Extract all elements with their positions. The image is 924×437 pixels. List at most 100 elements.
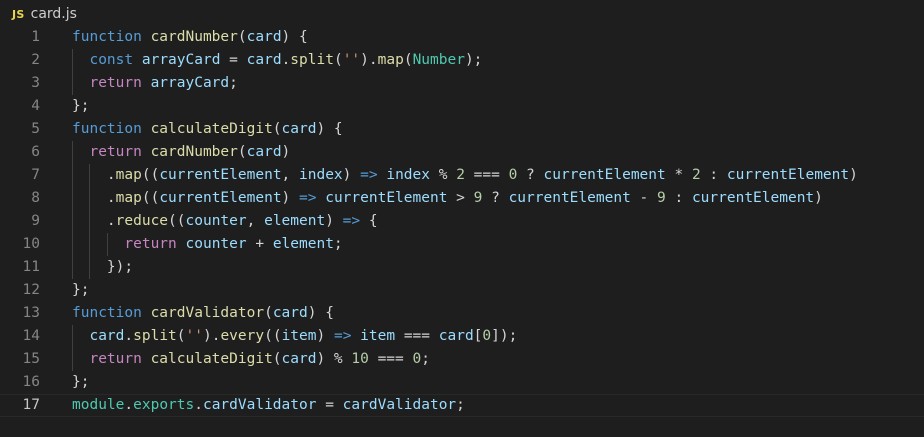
code-line[interactable]: 3 return arrayCard; — [0, 72, 924, 95]
code-line[interactable]: 17 module.exports.cardValidator = cardVal… — [0, 394, 924, 417]
code-token: return — [89, 144, 151, 160]
line-number: 6 — [31, 144, 40, 160]
code-token: every — [220, 328, 265, 344]
code-token: return — [124, 236, 186, 252]
code-token: ) — [316, 328, 334, 344]
code-token: ; — [333, 236, 343, 252]
line-number: 7 — [31, 167, 40, 183]
code-text: const arrayCard = card.split('').map(Num… — [72, 49, 482, 72]
code-token: . — [281, 52, 291, 68]
code-text: }); — [72, 256, 133, 279]
code-token: ) { — [281, 29, 308, 45]
code-token: { — [360, 213, 378, 229]
line-number: 15 — [22, 351, 40, 367]
code-line[interactable]: 16}; — [0, 371, 924, 394]
code-token: cardNumber — [150, 144, 238, 160]
code-text: function calculateDigit(card) { — [72, 118, 343, 141]
code-token: = — [220, 52, 247, 68]
code-line[interactable]: 11 }); — [0, 256, 924, 279]
code-token: (( — [141, 167, 160, 183]
code-token: ; — [421, 351, 430, 367]
code-token: - — [630, 190, 657, 206]
line-number: 4 — [31, 98, 40, 114]
code-token: function — [72, 121, 151, 137]
code-token: ). — [202, 328, 221, 344]
code-text: }; — [72, 95, 89, 118]
code-token: card — [281, 121, 317, 137]
code-token: counter — [185, 236, 247, 252]
code-line[interactable]: 1 function cardNumber(card) { — [0, 26, 924, 49]
code-token: currentElement — [325, 190, 448, 206]
code-token: cardValidator — [150, 305, 265, 321]
code-token: => — [333, 328, 352, 344]
code-text: }; — [72, 371, 89, 394]
code-editor[interactable]: JS card.js 1 function cardNumber(card) {2… — [0, 0, 924, 437]
code-line[interactable]: 12}; — [0, 279, 924, 302]
code-text: }; — [72, 279, 89, 302]
code-line[interactable]: 5 function calculateDigit(card) { — [0, 118, 924, 141]
code-token: map — [115, 167, 142, 183]
code-token: map — [377, 52, 404, 68]
tab-card-js[interactable]: JS card.js — [12, 4, 77, 24]
code-token: ( — [272, 121, 282, 137]
code-token: card — [281, 351, 317, 367]
code-token: ) — [281, 190, 300, 206]
code-token: }; — [72, 282, 90, 298]
code-token: . — [194, 397, 203, 413]
code-token: ) % — [316, 351, 352, 367]
code-line[interactable]: 4}; — [0, 95, 924, 118]
code-token: card — [89, 328, 125, 344]
code-token: function — [72, 29, 151, 45]
code-token: '' — [185, 328, 203, 344]
code-token: === — [395, 328, 439, 344]
code-token: ) { — [307, 305, 334, 321]
code-token: split — [290, 52, 334, 68]
code-token: Number — [412, 52, 465, 68]
code-line[interactable]: 8 .map((currentElement) => currentElemen… — [0, 187, 924, 210]
line-number: 1 — [31, 29, 40, 45]
code-token: }; — [72, 98, 90, 114]
code-token: === — [464, 167, 509, 183]
code-area[interactable]: 1 function cardNumber(card) {2 const arra… — [0, 26, 924, 417]
code-token: currentElement — [691, 190, 815, 206]
code-text: return cardNumber(card) — [72, 141, 290, 164]
code-token: element — [264, 213, 326, 229]
code-token: ; — [229, 75, 238, 91]
code-line[interactable]: 6 return cardNumber(card) — [0, 141, 924, 164]
code-token: card — [246, 29, 282, 45]
code-token: cardNumber — [150, 29, 238, 45]
code-token: = — [316, 397, 343, 413]
code-token: currentElement — [543, 167, 666, 183]
tab-file-name: card.js — [30, 6, 77, 22]
code-token: => — [342, 213, 361, 229]
line-number: 14 — [22, 328, 40, 344]
code-text: .map((currentElement) => currentElement … — [72, 187, 823, 210]
code-token: ]); — [491, 328, 518, 344]
code-token: map — [115, 190, 142, 206]
code-text: return counter + element; — [72, 233, 343, 256]
code-token: const — [89, 52, 142, 68]
code-token: . — [72, 213, 116, 229]
code-line[interactable]: 13 function cardValidator(card) { — [0, 302, 924, 325]
code-line[interactable]: 2 const arrayCard = card.split('').map(N… — [0, 49, 924, 72]
code-token: currentElement — [159, 167, 282, 183]
code-line[interactable]: 14 card.split('').every((item) => item =… — [0, 325, 924, 348]
code-token: ? — [517, 167, 544, 183]
code-text: function cardValidator(card) { — [72, 302, 334, 325]
line-number: 9 — [31, 213, 40, 229]
code-token: cardValidator — [342, 397, 457, 413]
code-token: 0 — [412, 351, 422, 367]
code-token: item — [281, 328, 317, 344]
code-line[interactable]: 10 return counter + element; — [0, 233, 924, 256]
code-token: + — [246, 236, 273, 252]
code-line[interactable]: 15 return calculateDigit(card) % 10 === … — [0, 348, 924, 371]
code-text: .reduce((counter, element) => { — [72, 210, 378, 233]
code-line[interactable]: 9 .reduce((counter, element) => { — [0, 210, 924, 233]
code-token: ( — [237, 29, 247, 45]
code-line[interactable]: 7 .map((currentElement, index) => index … — [0, 164, 924, 187]
line-number: 5 — [31, 121, 40, 137]
